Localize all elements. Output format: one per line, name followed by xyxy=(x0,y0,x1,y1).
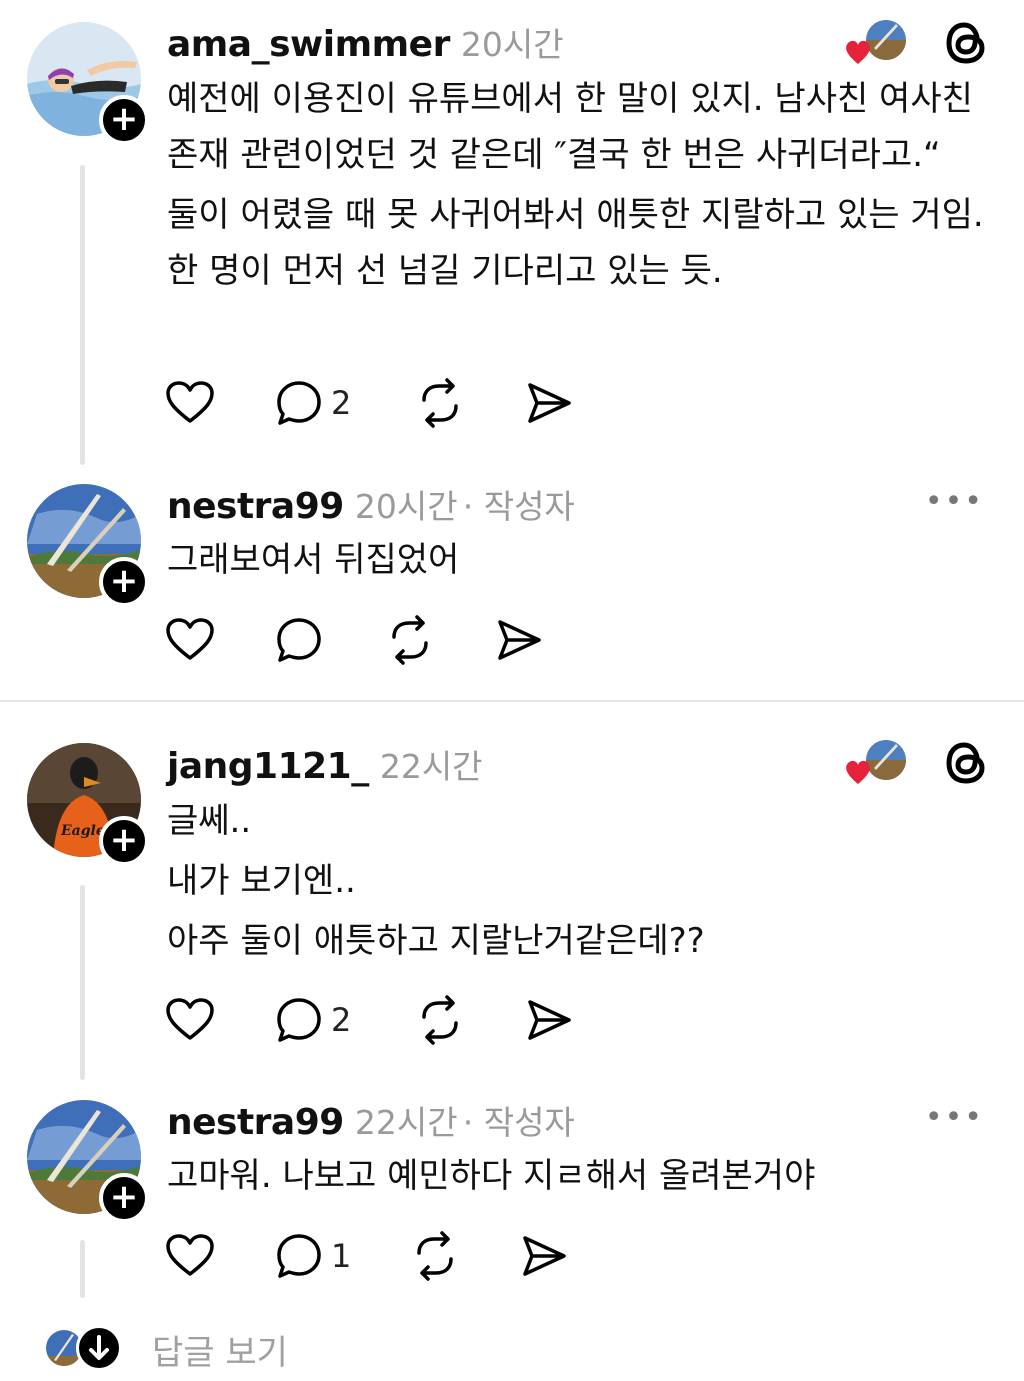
author-tag: · 작성자 xyxy=(462,487,575,526)
action-bar xyxy=(165,615,565,665)
share-button[interactable] xyxy=(495,615,543,665)
share-button[interactable] xyxy=(525,378,573,428)
more-options-icon[interactable]: ••• xyxy=(925,1100,984,1135)
thread-line xyxy=(80,165,85,465)
post-text-paragraph: 고마워. 나보고 예민하다 지ㄹ해서 올려본거야 xyxy=(167,1156,816,1196)
username[interactable]: ama_swimmer xyxy=(167,24,450,65)
thread-line xyxy=(80,1240,85,1298)
username[interactable]: jang1121_ xyxy=(167,746,369,787)
post-body: 그래보여서 뒤집었어 xyxy=(167,532,987,588)
reply-button[interactable]: 2 xyxy=(275,378,351,428)
reply-button[interactable] xyxy=(275,615,323,665)
liked-by-author xyxy=(844,18,906,68)
send-icon xyxy=(523,1236,566,1276)
reply-button[interactable]: 1 xyxy=(275,1231,351,1281)
heart-icon xyxy=(166,381,214,423)
follow-button[interactable]: + xyxy=(99,816,149,866)
threads-icon[interactable] xyxy=(944,20,990,66)
post-text-paragraph: 글쎄.. xyxy=(167,801,252,841)
reply-count: 1 xyxy=(331,1237,352,1275)
comment-icon xyxy=(277,1234,321,1278)
share-button[interactable] xyxy=(525,995,573,1045)
post-header: jang1121_ 22시간 xyxy=(167,740,483,787)
send-icon xyxy=(528,1000,571,1040)
username[interactable]: nestra99 xyxy=(167,486,344,527)
repost-button[interactable] xyxy=(415,995,465,1045)
avatar[interactable]: Eagles + xyxy=(27,743,149,866)
heart-icon xyxy=(166,618,214,660)
repost-icon xyxy=(422,378,458,428)
repost-icon xyxy=(392,615,428,665)
avatar[interactable]: + xyxy=(27,484,149,607)
repost-button[interactable] xyxy=(410,1231,460,1281)
heart-icon xyxy=(846,760,870,784)
reply-button[interactable]: 2 xyxy=(275,995,351,1045)
post-header: ama_swimmer 20시간 xyxy=(167,18,564,65)
comment-icon xyxy=(277,381,321,425)
top-right-area xyxy=(844,738,994,788)
like-button[interactable] xyxy=(165,1231,215,1281)
comment-icon xyxy=(277,998,321,1042)
timestamp: 22시간 xyxy=(354,1103,458,1142)
threads-icon[interactable] xyxy=(944,740,990,786)
heart-icon xyxy=(166,1234,214,1276)
liked-by-author xyxy=(844,738,906,788)
repost-icon xyxy=(422,995,458,1045)
view-replies-label: 답글 보기 xyxy=(152,1333,288,1373)
avatar[interactable]: + xyxy=(27,1100,149,1223)
username[interactable]: nestra99 xyxy=(167,1102,344,1143)
timestamp: 22시간 xyxy=(379,747,483,786)
comment-icon xyxy=(277,618,321,662)
repost-button[interactable] xyxy=(385,615,435,665)
action-bar: 2 xyxy=(165,378,595,428)
post-header: nestra99 20시간 · 작성자 xyxy=(167,480,575,527)
post-body: 글쎄.. 내가 보기엔.. 아주 둘이 애틋하고 지랄난거같은데?? xyxy=(167,793,987,969)
action-bar: 2 xyxy=(165,995,595,1045)
thread-divider xyxy=(0,700,1024,702)
post-text-paragraph: 아주 둘이 애틋하고 지랄난거같은데?? xyxy=(167,921,705,961)
post-header: nestra99 22시간 · 작성자 xyxy=(167,1096,575,1143)
follow-button[interactable]: + xyxy=(99,557,149,607)
send-icon xyxy=(528,383,571,423)
post-body: 고마워. 나보고 예민하다 지ㄹ해서 올려본거야 xyxy=(167,1148,987,1204)
more-options-icon[interactable]: ••• xyxy=(925,484,984,519)
repost-button[interactable] xyxy=(415,378,465,428)
action-bar: 1 xyxy=(165,1231,585,1281)
heart-icon xyxy=(166,998,214,1040)
arrow-down-icon xyxy=(76,1325,122,1371)
repost-icon xyxy=(417,1231,453,1281)
like-button[interactable] xyxy=(165,615,215,665)
timestamp: 20시간 xyxy=(354,487,458,526)
post-text-paragraph: 둘이 어렸을 때 못 사귀어봐서 애틋한 지랄하고 있는 거임. 한 명이 먼저… xyxy=(167,195,995,291)
post-body: 예전에 이용진이 유튜브에서 한 말이 있지. 남사친 여사친 존재 관련이었던… xyxy=(167,71,987,299)
send-icon xyxy=(498,620,541,660)
share-button[interactable] xyxy=(520,1231,568,1281)
post-text-paragraph: 그래보여서 뒤집었어 xyxy=(167,540,460,580)
author-tag: · 작성자 xyxy=(462,1103,575,1142)
top-right-area xyxy=(844,18,994,68)
reply-count: 2 xyxy=(331,384,352,422)
like-button[interactable] xyxy=(165,378,215,428)
follow-button[interactable]: + xyxy=(99,95,149,145)
timestamp: 20시간 xyxy=(460,25,564,64)
follow-button[interactable]: + xyxy=(99,1173,149,1223)
like-button[interactable] xyxy=(165,995,215,1045)
heart-icon xyxy=(846,40,870,64)
avatar[interactable]: + xyxy=(27,22,149,145)
reply-count: 2 xyxy=(331,1001,352,1039)
thread-line xyxy=(80,885,85,1080)
post-text-paragraph: 내가 보기엔.. xyxy=(167,861,356,901)
post-text-paragraph: 예전에 이용진이 유튜브에서 한 말이 있지. 남사친 여사친 존재 관련이었던… xyxy=(167,79,984,175)
